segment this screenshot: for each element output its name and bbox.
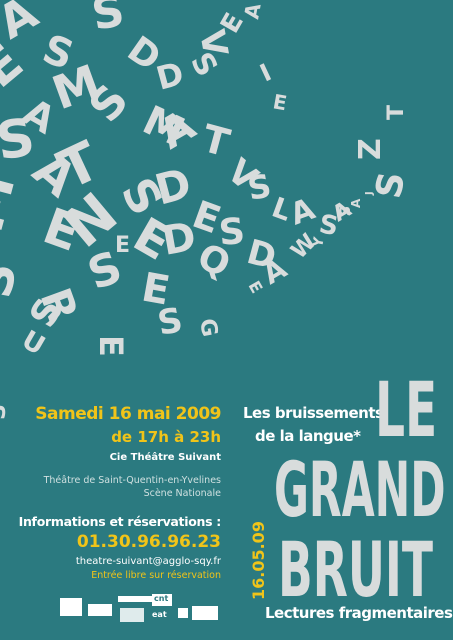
svg-text:E: E (115, 233, 130, 258)
phone-number: 01.30.96.96.23 (76, 532, 221, 552)
company-name: Cie Théâtre Suivant (109, 452, 221, 463)
partner-logo-eat: eat (152, 610, 167, 619)
title-line-2: GRAND (274, 445, 446, 534)
partner-logo-6 (192, 606, 218, 620)
event-hours: de 17h à 23h (111, 428, 221, 446)
title-line-1: LE (375, 365, 438, 454)
partner-logo-3 (118, 596, 154, 602)
venue-name: Théâtre de Saint-Quentin-en-Yvelines (43, 475, 221, 486)
vertical-date: 16.05.09 (249, 521, 268, 600)
svg-text:E: E (92, 335, 130, 357)
partner-logo-5 (178, 608, 188, 618)
partner-logo-4 (120, 608, 144, 622)
svg-text:U: U (17, 325, 50, 362)
svg-text:T: T (0, 318, 8, 345)
subtitle-line-1: Les bruissements (243, 404, 384, 422)
svg-text:S: S (0, 404, 11, 420)
svg-text:I: I (256, 58, 276, 87)
partner-logo-cnt-label: cnt (154, 594, 169, 603)
event-date: Samedi 16 mai 2009 (35, 404, 221, 424)
svg-text:A: A (0, 0, 47, 50)
email-address: theatre-suivant@agglo-sqy.fr (75, 556, 221, 567)
svg-text:S: S (368, 169, 413, 202)
admission-note: Entrée libre sur réservation (91, 570, 221, 581)
partner-logos: eat cnt (60, 590, 220, 630)
poster: A S S D D S V E A I E Z S T E A M S M A … (0, 0, 453, 640)
title-line-3: BRUIT (278, 525, 433, 614)
svg-text:S: S (0, 258, 28, 302)
info-heading: Informations et réservations : (18, 514, 222, 529)
svg-text:J: J (364, 191, 375, 196)
partner-logo-1 (60, 598, 82, 616)
svg-text:T: T (384, 105, 409, 120)
svg-text:G: G (194, 317, 222, 339)
tagline: Lectures fragmentaires (265, 604, 453, 622)
svg-text:E: E (271, 89, 289, 115)
partner-logo-2 (88, 604, 112, 616)
svg-text:A: A (349, 198, 363, 208)
subtitle-line-2: de la langue* (255, 427, 361, 445)
svg-text:A: A (239, 1, 265, 21)
svg-text:M: M (0, 165, 28, 238)
svg-text:A: A (286, 191, 321, 232)
svg-text:D: D (152, 54, 187, 98)
svg-text:S: S (245, 166, 274, 207)
svg-text:S: S (88, 0, 128, 41)
svg-text:Z: Z (353, 138, 388, 160)
svg-text:E: E (245, 278, 267, 297)
svg-text:S: S (155, 300, 186, 344)
svg-text:T: T (198, 116, 235, 165)
venue-subtitle: Scène Nationale (143, 488, 221, 499)
